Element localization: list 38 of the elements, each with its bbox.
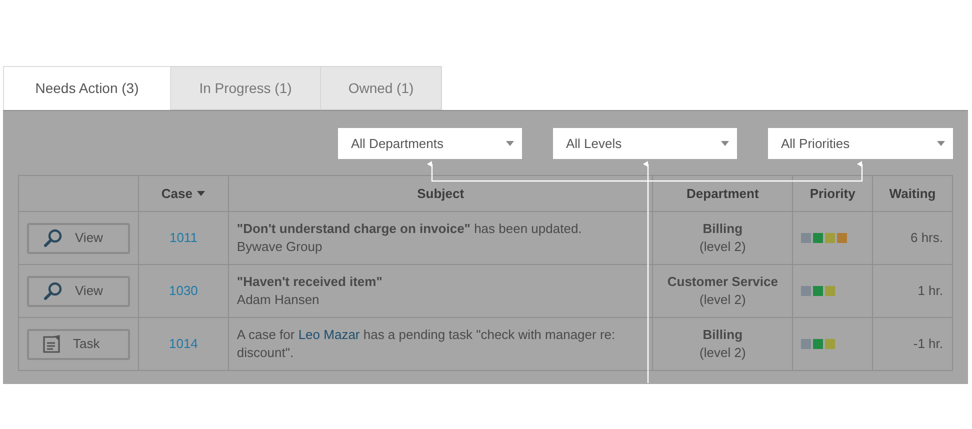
column-header: Department [686, 184, 759, 203]
column-header: Priority [810, 184, 856, 203]
department-level: (level 2) [698, 238, 747, 256]
department-level: (level 2) [698, 291, 747, 309]
tab[interactable]: Owned (1) [321, 66, 442, 110]
document-icon [43, 335, 61, 353]
filter-dropdown[interactable]: All Priorities [768, 128, 953, 159]
case-link[interactable]: 1030 [168, 283, 198, 298]
dropdown-caret-icon [506, 141, 514, 146]
row-action-button[interactable]: View [27, 276, 130, 306]
dropdown-caret-icon [937, 141, 945, 146]
department-name: Billing [702, 220, 744, 238]
column-header: Waiting [889, 184, 936, 203]
tab[interactable]: In Progress (1) [171, 66, 321, 110]
customer-name: Bywave Group [236, 238, 324, 256]
dropdown-caret-icon [721, 141, 729, 146]
row-action-button[interactable]: Task [27, 328, 130, 360]
filter-dropdown[interactable]: All Levels [553, 128, 737, 159]
filter-dropdown[interactable]: All Departments [338, 128, 522, 159]
subject-text: "Haven't received item" [236, 273, 384, 291]
tab[interactable]: Needs Action (3) [3, 66, 171, 110]
waiting-time: 1 hr. [918, 283, 943, 298]
search-icon [43, 281, 63, 301]
customer-name: Adam Hansen [236, 291, 320, 309]
waiting-time: -1 hr. [913, 336, 943, 352]
column-header[interactable]: Case [161, 184, 192, 204]
waiting-time: 6 hrs. [910, 230, 943, 246]
department-level: (level 2) [698, 344, 747, 362]
column-header: Subject [417, 184, 464, 203]
subject-text: "Don't understand charge on invoice" has been updated. [236, 220, 583, 238]
case-link[interactable]: 1011 [169, 230, 198, 246]
department-name: Customer Service [666, 273, 779, 291]
subject-text: A case for Leo Mazar has a pending task "check with manager re: discount". [236, 326, 616, 362]
customer-link[interactable]: Leo Mazar [298, 327, 360, 342]
department-name: Billing [702, 326, 744, 344]
row-action-button[interactable]: View [27, 222, 130, 254]
case-link[interactable]: 1014 [168, 336, 198, 352]
search-icon [43, 228, 63, 248]
